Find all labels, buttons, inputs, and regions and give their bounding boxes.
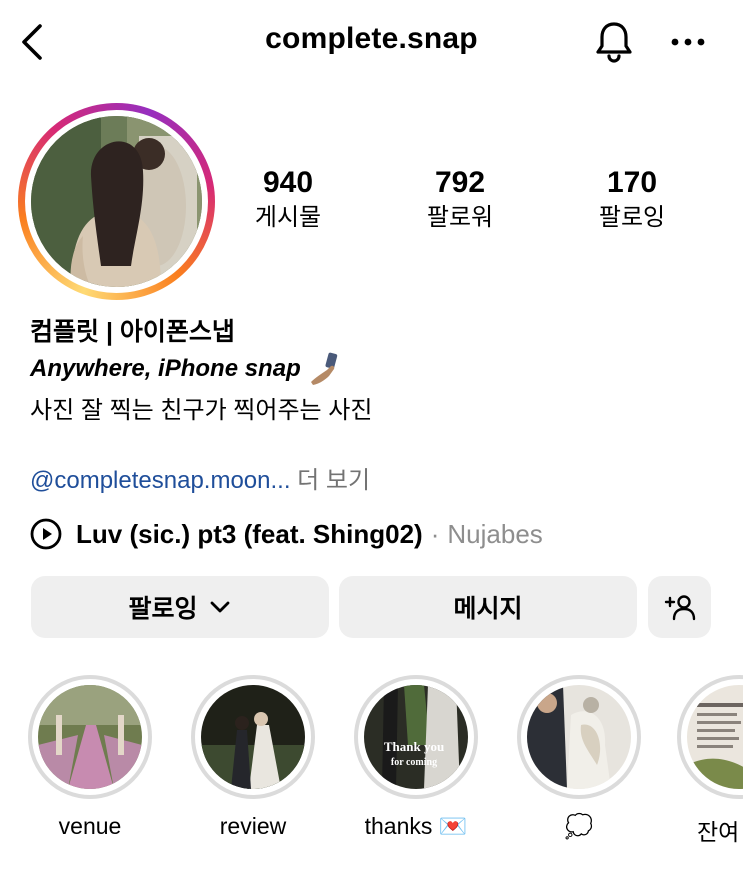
notifications-button[interactable] (590, 18, 638, 66)
followers-count[interactable]: 792 팔로워 (390, 166, 530, 234)
music-song-title: Luv (sic.) pt3 (feat. Shing02) (76, 518, 423, 549)
profile-music-row[interactable]: Luv (sic.) pt3 (feat. Shing02) · Nujabes (30, 518, 543, 550)
bio-description: 사진 잘 찍는 친구가 찍어주는 사진 (30, 397, 373, 424)
highlight-review-label: review (219, 813, 287, 839)
selfie-hand-icon (310, 352, 337, 385)
bio-tagline-text: Anywhere, iPhone snap (30, 355, 301, 382)
highlight-review[interactable]: review (188, 675, 318, 840)
music-artist: Nujabes (447, 518, 543, 549)
following-button-label: 팔로잉 (128, 595, 198, 623)
highlight-thanks-card-title: Thank you (384, 739, 444, 754)
highlight-venue-label: venue (58, 813, 122, 839)
play-circle-icon (30, 518, 62, 550)
highlight-review-cover (201, 685, 305, 789)
suggested-users-button[interactable] (648, 576, 711, 638)
highlight-thanks-card-subtitle: for coming (391, 757, 437, 768)
more-options-button[interactable] (664, 22, 712, 62)
add-user-icon (664, 595, 695, 621)
bio-link-row[interactable]: @completesnap.moon... 더 보기 (30, 460, 370, 495)
posts-count[interactable]: 940 게시물 (218, 166, 358, 234)
posts-count-value: 940 (262, 166, 314, 199)
profile-avatar-story-ring[interactable] (18, 103, 215, 300)
highlight-thanks[interactable]: Thank you for coming thanks 💌 (351, 675, 481, 840)
highlight-remaining-label: 잔여 (697, 819, 740, 845)
following-count-value: 170 (606, 166, 658, 199)
message-button-label: 메시지 (453, 595, 523, 623)
highlight-venue[interactable]: venue (25, 675, 155, 840)
highlight-thanks-label: thanks 💌 (364, 813, 468, 839)
bell-icon (596, 22, 632, 63)
following-button[interactable]: 팔로잉 (31, 576, 329, 638)
highlight-thought-cover (527, 685, 631, 789)
see-more-link[interactable]: 더 보기 (291, 467, 370, 494)
followers-count-label: 팔로워 (426, 204, 494, 231)
followers-count-value: 792 (434, 166, 486, 199)
more-horizontal-icon (671, 38, 705, 46)
chevron-down-icon (210, 601, 229, 613)
highlight-thanks-cover: Thank you for coming (364, 685, 468, 789)
highlight-venue-cover (38, 685, 142, 789)
top-bar: complete.snap (0, 0, 743, 84)
music-separator: · (430, 518, 440, 549)
highlight-thought-label: 💭 (564, 813, 594, 839)
bio-line-tagline: Anywhere, iPhone snap (30, 352, 341, 386)
following-count-label: 팔로잉 (598, 204, 666, 231)
highlight-remaining[interactable]: 잔여 (677, 675, 743, 847)
message-button[interactable]: 메시지 (339, 576, 637, 638)
following-count[interactable]: 170 팔로잉 (562, 166, 702, 234)
posts-count-label: 게시물 (254, 204, 322, 231)
highlight-remaining-cover (687, 685, 743, 789)
avatar (31, 116, 202, 287)
profile-display-name: 컴플릿 | 아이폰스냅 (30, 318, 235, 346)
bio-link[interactable]: @completesnap.moon... (30, 467, 291, 494)
highlight-thought[interactable]: 💭 (514, 675, 644, 840)
